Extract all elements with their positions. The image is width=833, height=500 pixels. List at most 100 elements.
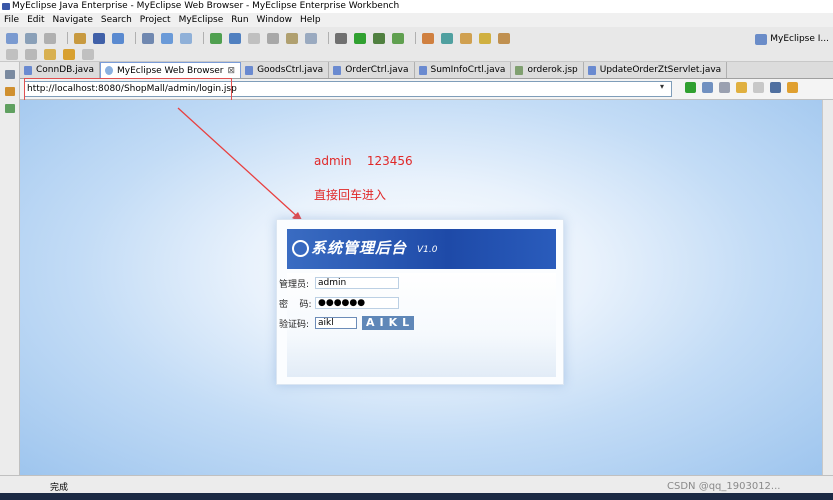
outline-icon[interactable] bbox=[4, 87, 15, 96]
browser-nav-buttons bbox=[685, 82, 798, 93]
tab-label: OrderCtrl.java bbox=[345, 65, 409, 75]
toolbar-separator bbox=[203, 32, 204, 44]
hierarchy-icon[interactable] bbox=[4, 104, 15, 113]
java-file-icon bbox=[24, 65, 32, 75]
toolbar-separator bbox=[415, 32, 416, 44]
pen-icon[interactable] bbox=[479, 32, 491, 44]
menu-bar: File Edit Navigate Search Project MyEcli… bbox=[0, 13, 833, 27]
password-row: 密 码: ●●●●●● bbox=[279, 296, 399, 310]
package-explorer-icon[interactable] bbox=[4, 70, 15, 79]
go-icon[interactable] bbox=[685, 82, 696, 93]
tab-updateorder[interactable]: UpdateOrderZtServlet.java bbox=[584, 62, 728, 78]
refresh-icon[interactable] bbox=[248, 32, 260, 44]
forward-icon[interactable] bbox=[753, 82, 764, 93]
toolbar-separator bbox=[135, 32, 136, 44]
captcha-value: aikl bbox=[318, 318, 334, 328]
login-banner: 系统管理后台 V1.0 bbox=[287, 229, 556, 269]
tools-icon[interactable] bbox=[719, 82, 730, 93]
annotation-icon[interactable] bbox=[44, 48, 56, 60]
wizard-icon[interactable] bbox=[161, 32, 173, 44]
menu-project[interactable]: Project bbox=[136, 13, 175, 27]
logo-icon bbox=[292, 240, 309, 257]
perspective-label: MyEclipse I... bbox=[770, 34, 829, 44]
editor-tabs: ConnDB.java MyEclipse Web Browser ⊠ Good… bbox=[20, 62, 833, 79]
tab-web-browser[interactable]: MyEclipse Web Browser ⊠ bbox=[100, 62, 242, 79]
tab-conndb[interactable]: ConnDB.java bbox=[20, 62, 101, 78]
sync-icon[interactable] bbox=[441, 32, 453, 44]
tab-label: GoodsCtrl.java bbox=[257, 65, 324, 75]
grid-icon[interactable] bbox=[422, 32, 434, 44]
menu-file[interactable]: File bbox=[0, 13, 23, 27]
java-file-icon bbox=[418, 65, 427, 75]
main-toolbar bbox=[0, 27, 833, 62]
nav-icon[interactable] bbox=[6, 48, 18, 60]
browser-icon[interactable] bbox=[142, 32, 154, 44]
tool-icon[interactable] bbox=[210, 32, 222, 44]
menu-edit[interactable]: Edit bbox=[23, 13, 48, 27]
version-label: V1.0 bbox=[417, 245, 438, 255]
password-field[interactable]: ●●●●●● bbox=[315, 297, 399, 309]
vertical-scrollbar[interactable] bbox=[822, 100, 833, 475]
back-icon[interactable] bbox=[63, 48, 75, 60]
login-form: 管理员: admin 密 码: ●●●●●● 验证码: aikl AIKL bbox=[279, 273, 556, 377]
window-title-bar: MyEclipse Java Enterprise - MyEclipse We… bbox=[0, 0, 833, 13]
perspective-switcher[interactable]: MyEclipse I... bbox=[755, 31, 829, 47]
link-icon[interactable] bbox=[498, 32, 510, 44]
edit-icon[interactable] bbox=[267, 32, 279, 44]
globe-icon[interactable] bbox=[229, 32, 241, 44]
db-icon[interactable] bbox=[286, 32, 298, 44]
java-file-icon bbox=[333, 65, 342, 75]
print-icon[interactable] bbox=[44, 32, 56, 44]
app-icon bbox=[2, 3, 10, 10]
external-tool-icon[interactable] bbox=[392, 32, 404, 44]
forward-icon[interactable] bbox=[82, 48, 94, 60]
menu-myeclipse[interactable]: MyEclipse bbox=[175, 13, 228, 27]
password-value: ●●●●●● bbox=[318, 298, 366, 308]
tab-label: orderok.jsp bbox=[527, 65, 578, 75]
toolbar-row-2 bbox=[6, 46, 99, 62]
globe-icon bbox=[105, 66, 114, 75]
back-icon[interactable] bbox=[736, 82, 747, 93]
menu-window[interactable]: Window bbox=[253, 13, 297, 27]
tab-label: MyEclipse Web Browser bbox=[117, 65, 224, 76]
captcha-field[interactable]: aikl bbox=[315, 317, 357, 329]
login-panel: 系统管理后台 V1.0 管理员: admin 密 码: ●●●●●● 验证码: … bbox=[276, 219, 564, 385]
save-icon[interactable] bbox=[25, 32, 37, 44]
captcha-row: 验证码: aikl AIKL bbox=[279, 316, 414, 330]
status-text: 完成 bbox=[50, 483, 69, 493]
package-icon[interactable] bbox=[74, 32, 86, 44]
table-icon[interactable] bbox=[305, 32, 317, 44]
menu-search[interactable]: Search bbox=[97, 13, 136, 27]
menu-run[interactable]: Run bbox=[227, 13, 252, 27]
open-folder-icon[interactable] bbox=[460, 32, 472, 44]
captcha-image[interactable]: AIKL bbox=[362, 316, 414, 330]
deploy-icon[interactable] bbox=[112, 32, 124, 44]
admin-label: 管理员: bbox=[279, 279, 310, 290]
refresh-icon[interactable] bbox=[787, 82, 798, 93]
menu-navigate[interactable]: Navigate bbox=[49, 13, 97, 27]
close-icon[interactable]: ⊠ bbox=[228, 63, 236, 79]
debug-icon[interactable] bbox=[373, 32, 385, 44]
server-icon[interactable] bbox=[93, 32, 105, 44]
stop-icon[interactable] bbox=[770, 82, 781, 93]
tab-orderctrl[interactable]: OrderCtrl.java bbox=[329, 62, 415, 78]
settings-icon[interactable] bbox=[335, 32, 347, 44]
wizard2-icon[interactable] bbox=[180, 32, 192, 44]
toolbar-separator bbox=[67, 32, 68, 44]
nav2-icon[interactable] bbox=[25, 48, 37, 60]
window-title: MyEclipse Java Enterprise - MyEclipse We… bbox=[12, 1, 400, 11]
run-icon[interactable] bbox=[354, 32, 366, 44]
tab-orderok-jsp[interactable]: orderok.jsp bbox=[511, 62, 584, 78]
browser-viewport: admin 123456 直接回车进入 系统管理后台 V1.0 管理员: adm… bbox=[20, 100, 822, 475]
admin-field[interactable]: admin bbox=[315, 277, 399, 289]
java-file-icon bbox=[587, 65, 596, 75]
settings-icon[interactable] bbox=[702, 82, 713, 93]
jsp-file-icon bbox=[515, 65, 524, 75]
credentials-annotation: admin 123456 bbox=[314, 154, 413, 168]
watermark: CSDN @qq_1903012... bbox=[667, 481, 781, 492]
tab-goodsctrl[interactable]: GoodsCtrl.java bbox=[241, 62, 330, 78]
new-icon[interactable] bbox=[6, 32, 18, 44]
tab-suminfocrtl[interactable]: SumInfoCrtl.java bbox=[415, 62, 512, 78]
url-history-dropdown[interactable]: ▾ bbox=[660, 82, 664, 91]
menu-help[interactable]: Help bbox=[296, 13, 325, 27]
